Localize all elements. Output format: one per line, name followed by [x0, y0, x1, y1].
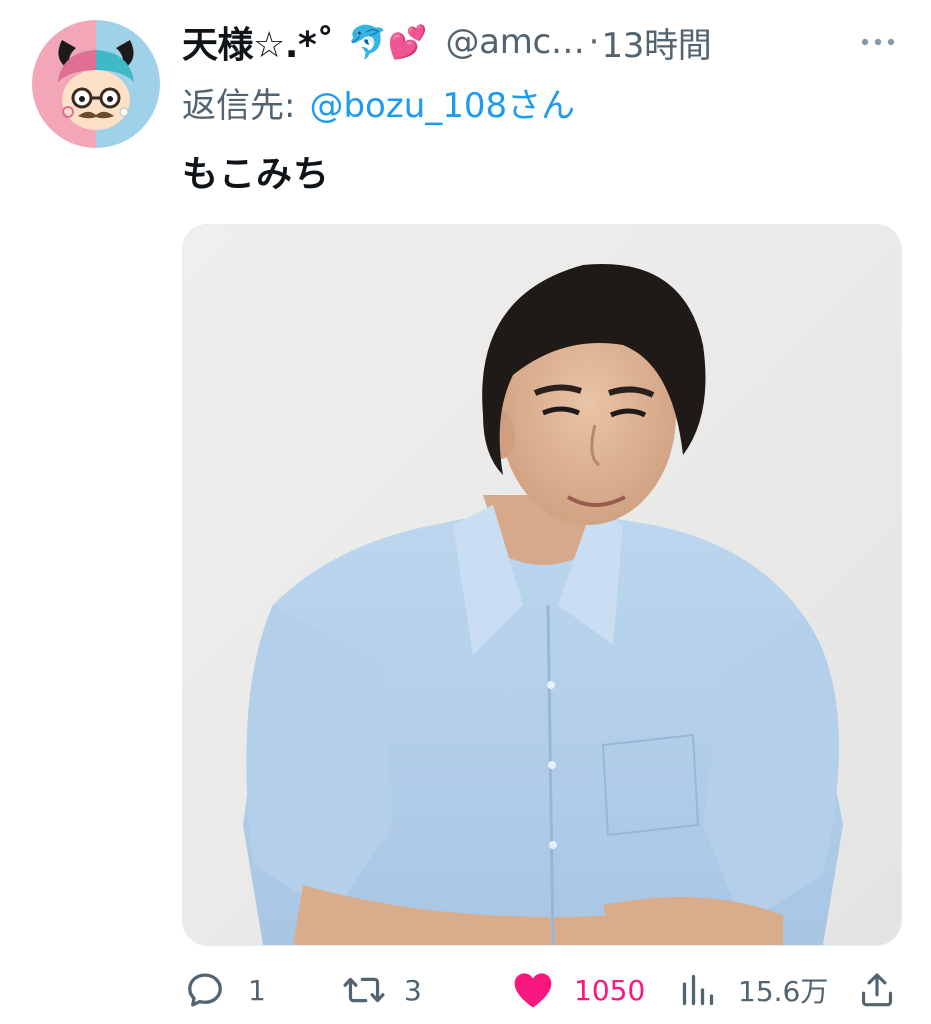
user-handle[interactable]: @amc… — [445, 22, 584, 62]
reply-context: 返信先: @bozu_108さん — [182, 78, 575, 126]
reply-icon — [188, 973, 222, 1007]
views-button[interactable]: 15.6万 — [680, 962, 828, 1018]
avatar[interactable] — [32, 20, 160, 148]
tweet-actions-bar: 1 3 1050 15.6万 — [0, 962, 931, 1018]
tweet-photo[interactable] — [182, 224, 902, 946]
more-options-button[interactable] — [858, 22, 898, 62]
share-button[interactable] — [858, 962, 896, 1018]
display-name[interactable]: 天様☆.*˚ — [182, 16, 334, 68]
reply-mention-link[interactable]: @bozu_108さん — [309, 78, 575, 127]
tweet-text: もこみち — [182, 154, 331, 195]
like-count: 1050 — [574, 973, 646, 1007]
more-horizontal-icon — [861, 38, 895, 46]
person-photo-image — [183, 225, 901, 945]
heart-filled-icon — [514, 973, 552, 1008]
retweet-button[interactable]: 3 — [342, 962, 422, 1018]
retweet-icon — [343, 977, 385, 1003]
reply-button[interactable]: 1 — [184, 962, 266, 1018]
retweet-count: 3 — [404, 973, 422, 1007]
views-count: 15.6万 — [738, 975, 829, 1008]
reply-count: 1 — [248, 973, 266, 1007]
share-icon — [861, 973, 893, 1007]
name-emoji: 🐬💕 — [347, 23, 428, 61]
bar-chart-icon — [682, 974, 714, 1006]
like-button[interactable]: 1050 — [512, 962, 645, 1018]
timestamp[interactable]: 13時間 — [601, 18, 711, 67]
tweet-header: 天様☆.*˚ 🐬💕 @amc… · 13時間 — [182, 14, 712, 70]
reply-label: 返信先: — [182, 85, 296, 126]
tweet-card[interactable]: 天様☆.*˚ 🐬💕 @amc… · 13時間 返信先: @bozu_108さん … — [0, 0, 931, 1024]
separator-dot: · — [588, 22, 600, 62]
avatar-illustration-icon — [58, 40, 134, 130]
